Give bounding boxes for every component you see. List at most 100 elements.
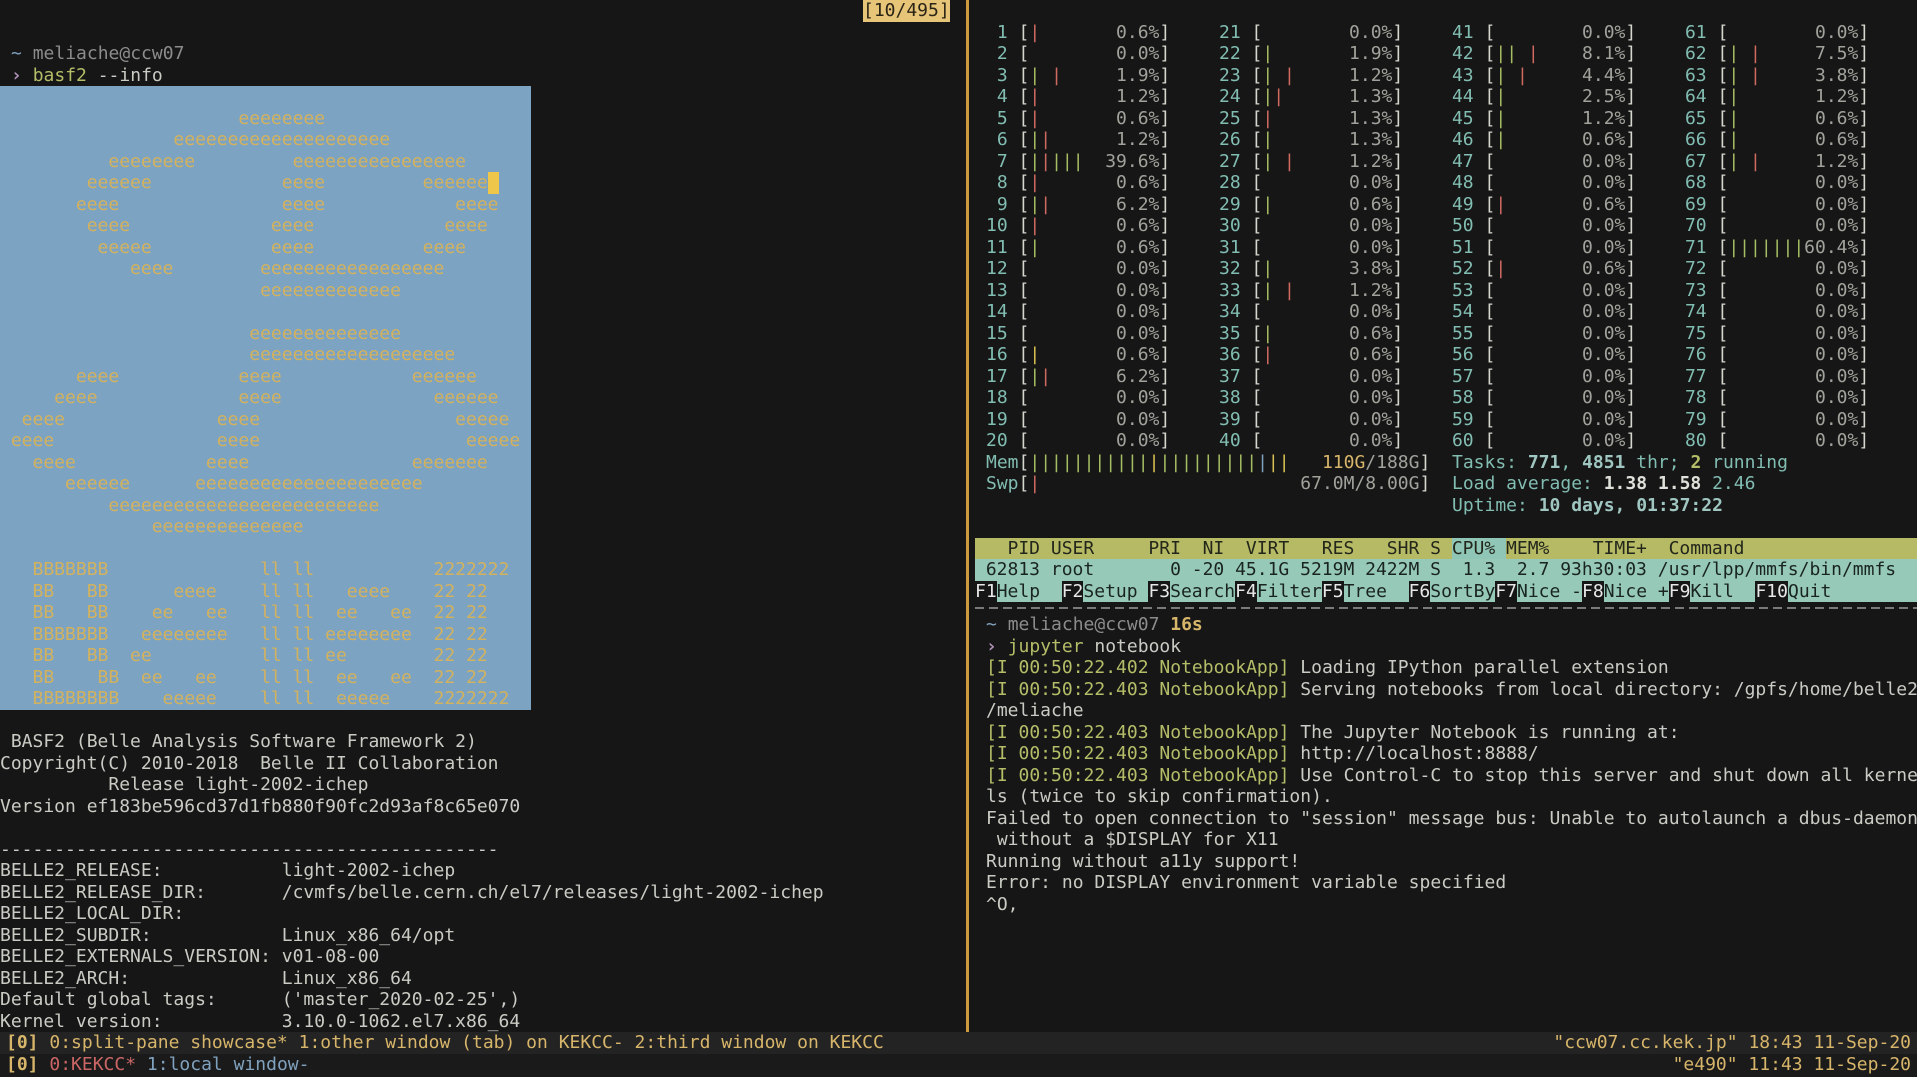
command-line[interactable]: › basf2 --info: [0, 65, 966, 87]
prompt-user: meliache@ccw07: [1008, 614, 1171, 635]
cpu-meter-17: 17 [||6.2%]: [986, 366, 1219, 388]
fkey-F6[interactable]: F6SortBy: [1409, 581, 1496, 603]
cpu-row: 17 [||6.2%]37 [0.0%]57 [0.0%]77 [0.0%]: [975, 366, 1917, 388]
fkey-F1[interactable]: F1Help: [975, 581, 1062, 603]
basf2-info: BASF2 (Belle Analysis Software Framework…: [0, 731, 966, 817]
cpu-meter-39: 39 [0.0%]: [1219, 409, 1452, 431]
cpu-meter-64: 64 [|1.2%]: [1685, 86, 1917, 108]
cpu-row: 6 [||1.2%]26 [|1.3%]46 [|0.6%]66 [|0.6%]: [975, 129, 1917, 151]
cpu-meter-24: 24 [||1.3%]: [1219, 86, 1452, 108]
fkey-F7[interactable]: F7Nice -: [1495, 581, 1582, 603]
fkey-F8[interactable]: F8Nice +: [1582, 581, 1669, 603]
fkey-F5[interactable]: F5Tree: [1322, 581, 1409, 603]
tmux-terminal-screen: ~ meliache@ccw07 › basf2 --info eeeeeeee…: [0, 0, 1917, 1077]
cpu-row: 3 [| |1.9%]23 [| |1.2%]43 [| |4.4%]63 [|…: [975, 65, 1917, 87]
info-line: Release light-2002-ichep: [0, 774, 966, 796]
cpu-meter-21: 21 [0.0%]: [1219, 22, 1452, 44]
cpu-meter-38: 38 [0.0%]: [1219, 387, 1452, 409]
windows[interactable]: 0:split-pane showcase* 1:other window (t…: [49, 1032, 883, 1053]
log-line: [I 00:50:22.403 NotebookApp] The Jupyter…: [975, 722, 1917, 744]
log-line: ^O,: [975, 894, 1917, 916]
cpu-meter-41: 41 [0.0%]: [1452, 22, 1685, 44]
cpu-meter-62: 62 [| |7.5%]: [1685, 43, 1917, 65]
active-window[interactable]: 0:KEKCC*: [49, 1054, 147, 1075]
command-line[interactable]: › jupyter notebook: [975, 636, 1917, 658]
blank-line: [0, 22, 966, 44]
cpu-row: 8 [|0.6%]28 [0.0%]48 [0.0%]68 [0.0%]: [975, 172, 1917, 194]
status-right: "ccw07.cc.kek.jp" 18:43 11-Sep-20: [1553, 1032, 1911, 1054]
cpu-meter-5: 5 [|0.6%]: [986, 108, 1219, 130]
blank-line: [0, 710, 966, 732]
jupyter-pane[interactable]: ~ meliache@ccw07 16s › jupyter notebook …: [975, 614, 1917, 915]
window-list[interactable]: [0] 0:split-pane showcase* 1:other windo…: [6, 1032, 884, 1054]
cpu-meter-44: 44 [|2.5%]: [1452, 86, 1685, 108]
logo-line: BBBBBBB eeeeeeee ll ll eeeeeeee 22 22: [0, 624, 531, 646]
log-line: [I 00:50:22.402 NotebookApp] Loading IPy…: [975, 657, 1917, 679]
log-line: [I 00:50:22.403 NotebookApp] Use Control…: [975, 765, 1917, 787]
log-line: ls (twice to skip confirmation).: [975, 786, 1917, 808]
cpu-row: 1 [|0.6%]21 [0.0%]41 [0.0%]61 [0.0%]: [975, 22, 1917, 44]
logo-line: eeee eeee eeeee: [0, 430, 531, 452]
cpu-meter-47: 47 [0.0%]: [1452, 151, 1685, 173]
logo-line: eeee eeee eeeee: [0, 409, 531, 431]
cpu-meter-9: 9 [||6.2%]: [986, 194, 1219, 216]
process-row[interactable]: 62813 root 0 -20 45.1G 5219M 2422M S 1.3…: [975, 559, 1917, 581]
env-line: BELLE2_LOCAL_DIR:: [0, 903, 966, 925]
cpu-row: 7 [|||||39.6%]27 [| |1.2%]47 [0.0%]67 [|…: [975, 151, 1917, 173]
command-args: --info: [98, 65, 163, 86]
cpu-meter-58: 58 [0.0%]: [1452, 387, 1685, 409]
pane-divider-horizontal[interactable]: [975, 602, 1917, 614]
cpu-meter-31: 31 [0.0%]: [1219, 237, 1452, 259]
cpu-row: 16 [|0.6%]36 [|0.6%]56 [0.0%]76 [0.0%]: [975, 344, 1917, 366]
other-window[interactable]: 1:local window-: [147, 1054, 310, 1075]
basf2-pane[interactable]: ~ meliache@ccw07 › basf2 --info eeeeeeee…: [0, 0, 966, 1032]
function-key-bar: F1Help F2Setup F3SearchF4FilterF5Tree F6…: [975, 581, 1917, 603]
cpu-row: 2 [0.0%]22 [|1.9%]42 [|| |8.1%]62 [| |7.…: [975, 43, 1917, 65]
tasks-summary: Tasks: 771, 4851 thr; 2 running: [1452, 452, 1788, 474]
header-right: MEM% TIME+ Command: [1506, 538, 1744, 559]
cpu-meter-48: 48 [0.0%]: [1452, 172, 1685, 194]
belle2-env-vars: BELLE2_RELEASE: light-2002-ichepBELLE2_R…: [0, 860, 966, 1032]
cpu-meter-54: 54 [0.0%]: [1452, 301, 1685, 323]
logo-line: eeeeeeeeeeeeee: [0, 516, 531, 538]
blank-line: [0, 0, 966, 22]
fkey-F3[interactable]: F3Search: [1148, 581, 1235, 603]
cpu-meter-43: 43 [| |4.4%]: [1452, 65, 1685, 87]
cpu-meter-16: 16 [|0.6%]: [986, 344, 1219, 366]
fkey-F10[interactable]: F10Quit: [1755, 581, 1853, 603]
dashed-line: [975, 607, 1917, 609]
logo-line: eeee eeee eeee: [0, 215, 531, 237]
process-table-header[interactable]: PID USER PRI NI VIRT RES SHR S CPU% MEM%…: [975, 538, 1917, 560]
prompt-user: meliache@ccw07: [33, 43, 185, 64]
cpu-meter-80: 80 [0.0%]: [1685, 430, 1917, 452]
cpu-meter-46: 46 [|0.6%]: [1452, 129, 1685, 151]
cpu-meter-70: 70 [0.0%]: [1685, 215, 1917, 237]
header-left: PID USER PRI NI VIRT RES SHR S: [975, 538, 1452, 559]
cpu-meter-4: 4 [|1.2%]: [986, 86, 1219, 108]
log-line: /meliache: [975, 700, 1917, 722]
cpu-meter-78: 78 [0.0%]: [1685, 387, 1917, 409]
cpu-meter-69: 69 [0.0%]: [1685, 194, 1917, 216]
tmux-status-bar-inner: [0] 0:KEKCC* 1:local window-"e490" 11:43…: [0, 1054, 1917, 1077]
cpu-meter-37: 37 [0.0%]: [1219, 366, 1452, 388]
tmux-status-bar-outer: [0] 0:split-pane showcase* 1:other windo…: [0, 1032, 1917, 1054]
cpu-meter-10: 10 [|0.6%]: [986, 215, 1219, 237]
block-cursor: [488, 172, 499, 194]
swap-meter-row: Swp[|67.0M/8.00G]Load average: 1.38 1.58…: [975, 473, 1917, 495]
copy-mode-position-badge: [10/495]: [863, 0, 950, 22]
htop-pane[interactable]: 1 [|0.6%]21 [0.0%]41 [0.0%]61 [0.0%] 2 […: [975, 0, 1917, 602]
pane-divider-vertical[interactable]: [966, 0, 969, 1032]
sort-column-cpu[interactable]: CPU%: [1452, 538, 1506, 559]
cpu-meter-1: 1 [|0.6%]: [986, 22, 1219, 44]
cpu-meter-25: 25 [|1.3%]: [1219, 108, 1452, 130]
memory-meter-row: Mem[||||||||||||||||||||||||110G/188G]Ta…: [975, 452, 1917, 474]
fkey-F2[interactable]: F2Setup: [1062, 581, 1149, 603]
window-list[interactable]: [0] 0:KEKCC* 1:local window-: [6, 1054, 309, 1077]
cpu-meter-15: 15 [0.0%]: [986, 323, 1219, 345]
fkey-F9[interactable]: F9Kill: [1669, 581, 1756, 603]
uptime: Uptime: 10 days, 01:37:22: [1452, 495, 1723, 517]
fkey-F4[interactable]: F4Filter: [1235, 581, 1322, 603]
cpu-meter-40: 40 [0.0%]: [1219, 430, 1452, 452]
info-line: Version ef183be596cd37d1fb880f90fc2d93af…: [0, 796, 966, 818]
logo-line: BBBBBBB ll ll 2222222: [0, 559, 531, 581]
